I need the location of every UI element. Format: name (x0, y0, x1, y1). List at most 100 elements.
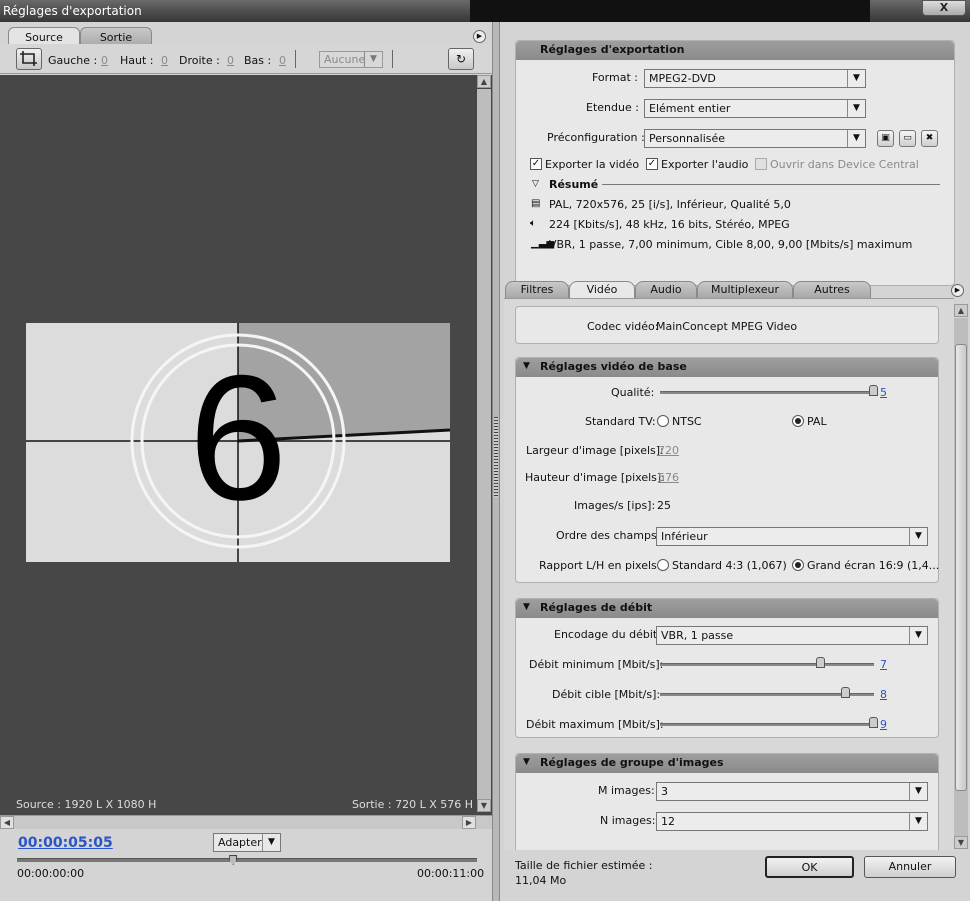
timeline-track[interactable] (17, 858, 477, 862)
scroll-up-icon[interactable]: ▲ (954, 304, 968, 317)
tab-filtres[interactable]: Filtres (505, 281, 569, 298)
chevron-down-icon: ▼ (847, 130, 865, 147)
aspect-wide-radio[interactable] (792, 559, 804, 571)
scroll-up-icon[interactable]: ▲ (477, 75, 491, 88)
save-preset-icon[interactable]: ▣ (877, 130, 894, 147)
pixel-aspect-label: Rapport L/H en pixels: (539, 559, 661, 572)
range-dropdown[interactable]: Elément entier ▼ (644, 99, 866, 118)
aspect-standard-label: Standard 4:3 (1,067) (672, 559, 787, 572)
quality-value[interactable]: 5 (880, 386, 887, 399)
target-bitrate-value[interactable]: 8 (880, 688, 887, 701)
crop-top-value[interactable]: 0 (161, 54, 168, 67)
video-frame: 6 (26, 323, 450, 562)
tab-autres[interactable]: Autres (793, 281, 871, 298)
aspect-standard-radio[interactable] (657, 559, 669, 571)
chevron-down-icon: ▼ (909, 783, 927, 800)
basic-video-panel: Réglages vidéo de base ▼ Qualité: 5 Stan… (515, 357, 939, 583)
preset-value: Personnalisée (649, 132, 726, 145)
pal-radio[interactable] (792, 415, 804, 427)
current-timecode[interactable]: 00:00:05:05 (18, 835, 113, 851)
range-label: Etendue : (586, 101, 639, 114)
scroll-left-icon[interactable]: ◀ (0, 816, 14, 829)
collapse-triangle-icon[interactable]: ▼ (523, 602, 530, 612)
collapse-triangle-icon[interactable]: ▼ (523, 757, 530, 767)
chevron-down-icon: ▼ (909, 528, 927, 545)
crop-left-value[interactable]: 0 (101, 54, 108, 67)
ok-button[interactable]: OK (765, 856, 854, 878)
chevron-down-icon: ▼ (909, 627, 927, 644)
timeline-start: 00:00:00:00 (17, 867, 85, 880)
min-bitrate-value[interactable]: 7 (880, 658, 887, 671)
width-label: Largeur d'image [pixels]: (526, 444, 664, 457)
summary-title: Résumé (549, 178, 599, 191)
source-dimensions: Source : 1920 L X 1080 H (16, 798, 157, 811)
target-bitrate-thumb[interactable] (841, 687, 851, 698)
device-central-checkbox[interactable] (755, 158, 767, 170)
quality-slider-thumb[interactable] (869, 385, 878, 396)
crop-bottom-value[interactable]: 0 (279, 54, 286, 67)
cancel-button[interactable]: Annuler (864, 856, 956, 878)
crop-ratio-dropdown[interactable]: Aucune ▼ (319, 51, 383, 68)
delete-preset-icon[interactable]: ✖ (921, 130, 938, 147)
window-title: Réglages d'exportation (3, 4, 142, 18)
ntsc-label: NTSC (672, 415, 702, 428)
preset-dropdown[interactable]: Personnalisée ▼ (644, 129, 866, 148)
format-value: MPEG2-DVD (649, 72, 716, 85)
rotate-icon[interactable]: ↻ (448, 48, 474, 70)
crop-icon[interactable] (16, 48, 42, 70)
horizontal-scrollbar[interactable]: ◀ ▶ (0, 815, 492, 829)
countdown-number: 6 (188, 338, 288, 537)
codec-panel: Codec vidéo: MainConcept MPEG Video (515, 306, 939, 344)
close-button[interactable]: X (922, 0, 966, 16)
timeline-end: 00:00:11:00 (417, 867, 485, 880)
encoding-dropdown[interactable]: VBR, 1 passe ▼ (656, 626, 928, 645)
m-frames-dropdown[interactable]: 3 ▼ (656, 782, 928, 801)
quality-label: Qualité: (611, 386, 655, 399)
m-frames-value: 3 (661, 785, 668, 798)
zoom-value: Adapter (218, 836, 262, 849)
crop-ratio-value: Aucune (324, 53, 366, 66)
tab-multiplexeur[interactable]: Multiplexeur (697, 281, 793, 298)
crop-right-value[interactable]: 0 (227, 54, 234, 67)
export-video-checkbox[interactable]: ✓ (530, 158, 542, 170)
max-bitrate-slider[interactable] (660, 723, 874, 726)
settings-scrollbar[interactable] (954, 318, 968, 836)
format-dropdown[interactable]: MPEG2-DVD ▼ (644, 69, 866, 88)
panel-menu-icon[interactable]: ▶ (473, 30, 486, 43)
scroll-down-icon[interactable]: ▼ (954, 836, 968, 849)
summary-audio: 224 [Kbits/s], 48 kHz, 16 bits, Stéréo, … (549, 218, 790, 231)
speaker-icon: 🔈︎ (530, 218, 536, 229)
max-bitrate-value[interactable]: 9 (880, 718, 887, 731)
basic-video-header: Réglages vidéo de base (516, 358, 938, 377)
playhead[interactable] (229, 855, 238, 865)
scrollbar-thumb[interactable] (955, 344, 967, 791)
panel-menu-icon[interactable]: ▶ (951, 284, 964, 297)
export-settings-header: Réglages d'exportation (516, 41, 954, 60)
min-bitrate-slider[interactable] (660, 663, 874, 666)
max-bitrate-thumb[interactable] (869, 717, 878, 728)
crop-left-label: Gauche : (48, 54, 98, 67)
field-order-dropdown[interactable]: Inférieur ▼ (656, 527, 928, 546)
export-audio-label: Exporter l'audio (661, 158, 749, 171)
export-audio-checkbox[interactable]: ✓ (646, 158, 658, 170)
import-preset-icon[interactable]: ▭ (899, 130, 916, 147)
tab-video[interactable]: Vidéo (569, 281, 635, 298)
vertical-scrollbar[interactable] (477, 89, 491, 799)
bitrate-header: Réglages de débit (516, 599, 938, 618)
collapse-triangle-icon[interactable]: ▽ (532, 179, 539, 189)
ntsc-radio[interactable] (657, 415, 669, 427)
crop-toolbar: Gauche : 0 Haut : 0 Droite : 0 Bas : 0 A… (0, 44, 492, 74)
summary-video: PAL, 720x576, 25 [i/s], Inférieur, Quali… (549, 198, 791, 211)
collapse-triangle-icon[interactable]: ▼ (523, 361, 530, 371)
range-value: Elément entier (649, 102, 731, 115)
gop-header: Réglages de groupe d'images (516, 754, 938, 773)
quality-slider[interactable] (660, 391, 874, 394)
zoom-dropdown[interactable]: Adapter ▼ (213, 833, 281, 852)
min-bitrate-thumb[interactable] (815, 657, 825, 668)
n-frames-dropdown[interactable]: 12 ▼ (656, 812, 928, 831)
tab-audio[interactable]: Audio (635, 281, 697, 298)
gop-panel: Réglages de groupe d'images ▼ M images: … (515, 753, 939, 850)
scroll-down-icon[interactable]: ▼ (477, 799, 491, 812)
scroll-right-icon[interactable]: ▶ (462, 816, 476, 829)
pane-splitter[interactable] (492, 22, 500, 901)
